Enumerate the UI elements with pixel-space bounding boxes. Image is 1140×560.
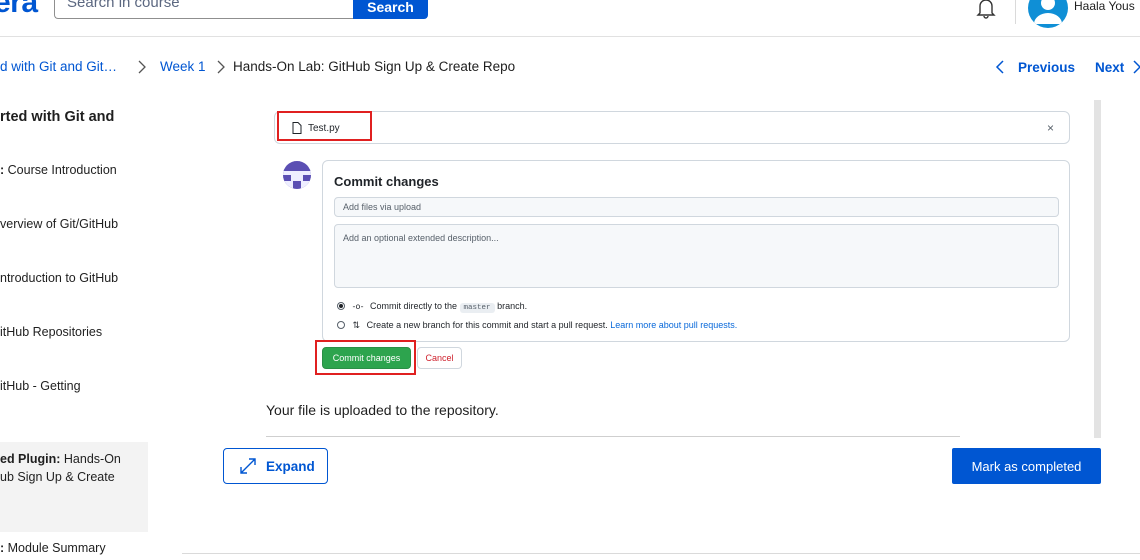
user-name[interactable]: Haala Yous	[1074, 0, 1135, 13]
chevron-right-icon	[136, 58, 148, 81]
item-type: ed Plugin:	[0, 452, 61, 466]
expand-icon	[240, 458, 256, 474]
cancel-button: Cancel	[417, 347, 462, 369]
commit-icon: -o-	[352, 302, 364, 311]
breadcrumb-week[interactable]: Week 1	[160, 59, 206, 74]
github-avatar	[283, 161, 311, 189]
commit-summary-field: Add files via upload	[334, 197, 1059, 217]
sidebar-item-hands-on-lab[interactable]: ed Plugin: Hands-On ub Sign Up & Create	[0, 442, 148, 532]
search-input[interactable]	[54, 0, 354, 19]
next-label: Next	[1095, 60, 1125, 75]
logo[interactable]: era	[0, 0, 38, 20]
option-new-branch: ⇅ Create a new branch for this commit an…	[337, 320, 737, 331]
description-placeholder: Add an optional extended description...	[343, 233, 499, 243]
option-commit-direct: -o- Commit directly to the master branch…	[337, 301, 528, 313]
radio-unchecked-icon	[337, 321, 345, 329]
item-label: ntroduction to GitHub	[0, 271, 119, 285]
sidebar-module-title: rted with Git and	[0, 109, 115, 125]
highlight-box-commit	[315, 340, 416, 375]
sidebar-item-github-repositories[interactable]: itHub Repositories	[0, 323, 102, 341]
option-text: Commit directly to the	[370, 301, 458, 311]
commit-description-field: Add an optional extended description...	[334, 224, 1059, 288]
close-icon: ×	[1047, 121, 1055, 135]
sidebar-item-course-introduction[interactable]: : Course Introduction	[0, 161, 117, 179]
search-button[interactable]: Search	[353, 0, 428, 19]
sidebar-item-intro-github[interactable]: ntroduction to GitHub	[0, 269, 118, 287]
chevron-right-icon	[1133, 60, 1140, 74]
sidebar-item-overview[interactable]: verview of Git/GitHub	[0, 215, 118, 233]
item-label: verview of Git/GitHub	[0, 217, 119, 231]
item-label-line2: ub Sign Up & Create	[0, 470, 115, 484]
previous-label: Previous	[1018, 60, 1076, 75]
summary-placeholder: Add files via upload	[343, 202, 422, 212]
sidebar-item-github-getting[interactable]: itHub - Getting	[0, 377, 81, 395]
option-text-after: branch.	[497, 301, 528, 311]
uploaded-file-bar	[274, 111, 1070, 144]
chevron-left-icon	[995, 60, 1004, 74]
breadcrumb-course[interactable]: d with Git and Git…	[0, 59, 117, 74]
content-scrollbar[interactable]	[1094, 100, 1101, 438]
content-divider	[266, 436, 960, 437]
item-label: itHub - Getting	[0, 379, 81, 393]
item-label: Hands-On	[60, 452, 121, 466]
sidebar-item-module-summary[interactable]: : Module Summary	[0, 539, 106, 557]
footer-divider	[182, 553, 1140, 554]
pull-request-icon: ⇅	[352, 320, 361, 330]
chevron-right-icon	[215, 58, 227, 81]
option-rest: for this commit and start a pull request…	[450, 320, 608, 330]
divider	[1015, 0, 1016, 24]
option-bold: Create a new branch	[366, 320, 451, 330]
item-label: Course Introduction	[4, 163, 117, 177]
learn-more-link: Learn more about pull requests.	[610, 320, 738, 330]
highlight-box-file	[277, 111, 372, 141]
sidebar: rted with Git and : Course Introduction …	[0, 95, 150, 560]
breadcrumb-current: Hands-On Lab: GitHub Sign Up & Create Re…	[233, 59, 516, 74]
instruction-text: Your file is uploaded to the repository.	[266, 402, 499, 418]
next-link[interactable]: Next	[1095, 58, 1140, 78]
avatar[interactable]	[1028, 0, 1068, 28]
top-bar: era Search Haala Yous	[0, 0, 1140, 37]
radio-checked-icon	[337, 302, 345, 310]
mark-as-completed-button[interactable]: Mark as completed	[952, 448, 1101, 484]
item-label: itHub Repositories	[0, 325, 103, 339]
commit-title: Commit changes	[334, 174, 439, 189]
item-label: Module Summary	[4, 541, 106, 555]
bell-icon[interactable]	[974, 0, 998, 20]
expand-label: Expand	[266, 459, 315, 474]
branch-name: master	[459, 303, 495, 313]
